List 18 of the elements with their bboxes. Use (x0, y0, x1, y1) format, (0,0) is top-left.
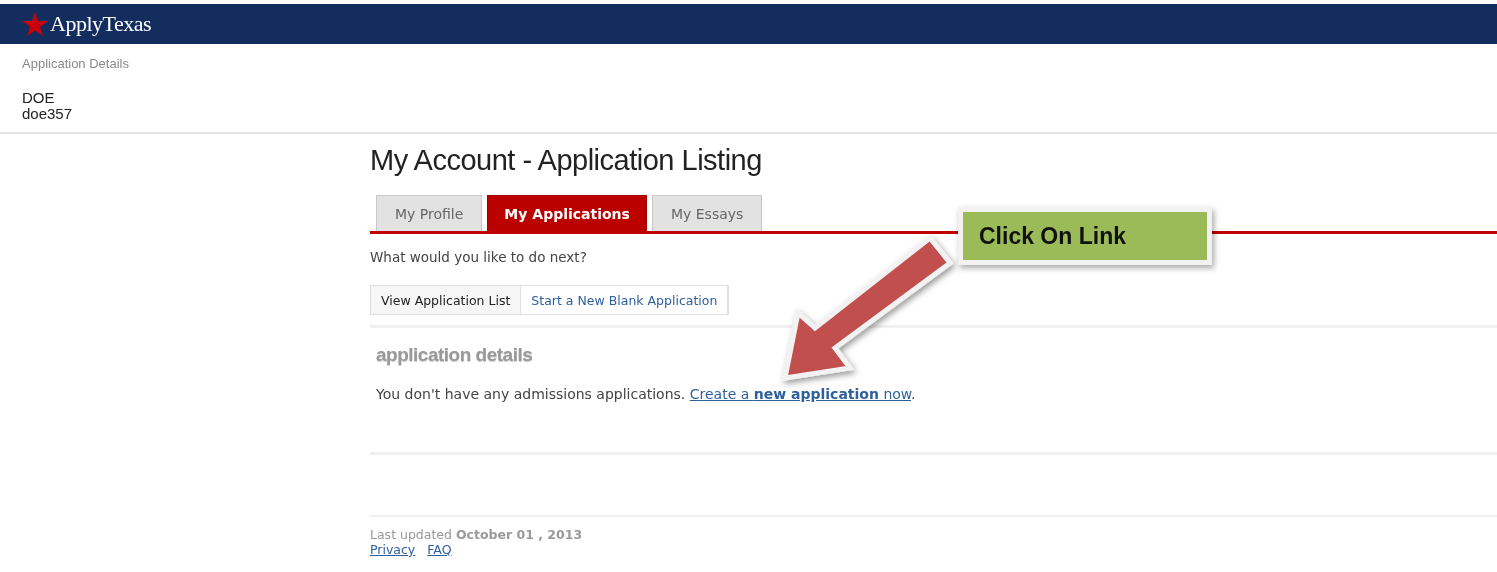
prompt-text: What would you like to do next? (370, 249, 588, 265)
tab[interactable]: My Applications (487, 195, 647, 231)
section-heading: application details (376, 344, 534, 366)
last-updated-text: Last updated October 01 , 2013 (370, 527, 584, 542)
footer-link[interactable]: FAQ (427, 542, 452, 557)
user-text: doe357 (22, 106, 74, 122)
tab[interactable]: My Profile (376, 195, 483, 231)
page-title: My Account - Application Listing (370, 144, 763, 177)
footer-link[interactable]: Privacy (370, 542, 416, 557)
tab[interactable]: My Essays (651, 195, 763, 231)
logo-text: ApplyTexas (50, 11, 151, 37)
star-icon (22, 12, 48, 36)
subtab[interactable]: View Application List (371, 286, 522, 314)
subheader-title: Application Details (22, 56, 130, 71)
message-text: You don't have any admissions applications. Create a new application now. (376, 386, 917, 402)
create-application-link[interactable]: Create a new application now (689, 386, 911, 402)
callout-note: Click On Link (958, 207, 1212, 265)
user-text: DOE (22, 90, 56, 106)
